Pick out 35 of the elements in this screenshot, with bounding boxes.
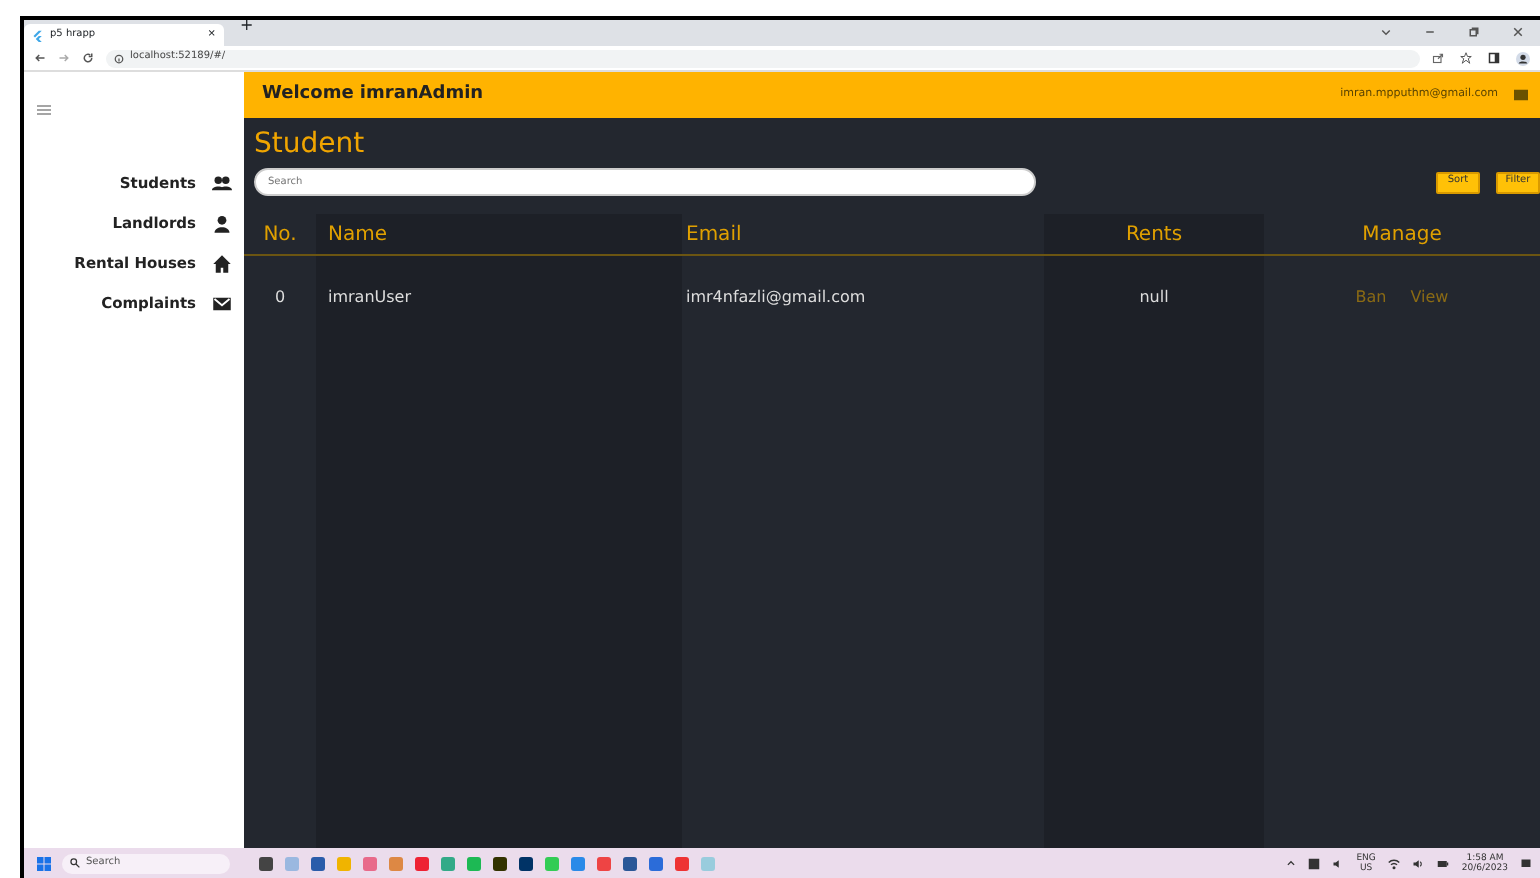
volume-icon[interactable] <box>1411 857 1424 869</box>
chevron-down-icon[interactable] <box>1380 26 1392 38</box>
mail-icon <box>212 294 232 314</box>
speaker-icon[interactable] <box>1332 857 1345 869</box>
close-icon[interactable] <box>1512 26 1524 38</box>
wifi-icon[interactable] <box>1387 857 1400 869</box>
column-header: Name <box>316 214 682 256</box>
minimize-icon[interactable] <box>1424 26 1436 38</box>
windows-icon[interactable] <box>36 855 52 871</box>
profile-icon[interactable] <box>1516 51 1530 65</box>
flutter-icon <box>32 29 44 41</box>
back-icon[interactable] <box>34 52 46 64</box>
restore-icon[interactable] <box>1468 26 1480 38</box>
star-icon[interactable] <box>1460 51 1472 63</box>
person-icon <box>212 214 232 234</box>
table-cell: 0 <box>274 286 286 310</box>
chevron-up-icon[interactable] <box>1286 858 1297 868</box>
search-icon <box>70 858 80 868</box>
info-icon <box>114 53 124 63</box>
reload-icon[interactable] <box>82 52 94 64</box>
column-header: Manage <box>1264 214 1540 256</box>
page-title: Student <box>254 126 367 164</box>
students-icon <box>212 174 232 194</box>
column-header: Email <box>682 214 1044 256</box>
battery-icon[interactable] <box>1435 857 1450 869</box>
header-title: Welcome imranAdmin <box>262 81 484 108</box>
table-cell: null <box>1139 286 1169 310</box>
side-panel-icon[interactable] <box>1488 51 1500 63</box>
new-tab-button[interactable]: + <box>240 14 254 38</box>
table-cell: imr4nfazli@gmail.com <box>686 286 866 310</box>
column-header: Rents <box>1044 214 1264 256</box>
table-cell: imranUser <box>328 286 412 310</box>
share-icon[interactable] <box>1432 51 1444 63</box>
house-icon <box>212 254 232 274</box>
app-icon[interactable] <box>1308 857 1321 869</box>
